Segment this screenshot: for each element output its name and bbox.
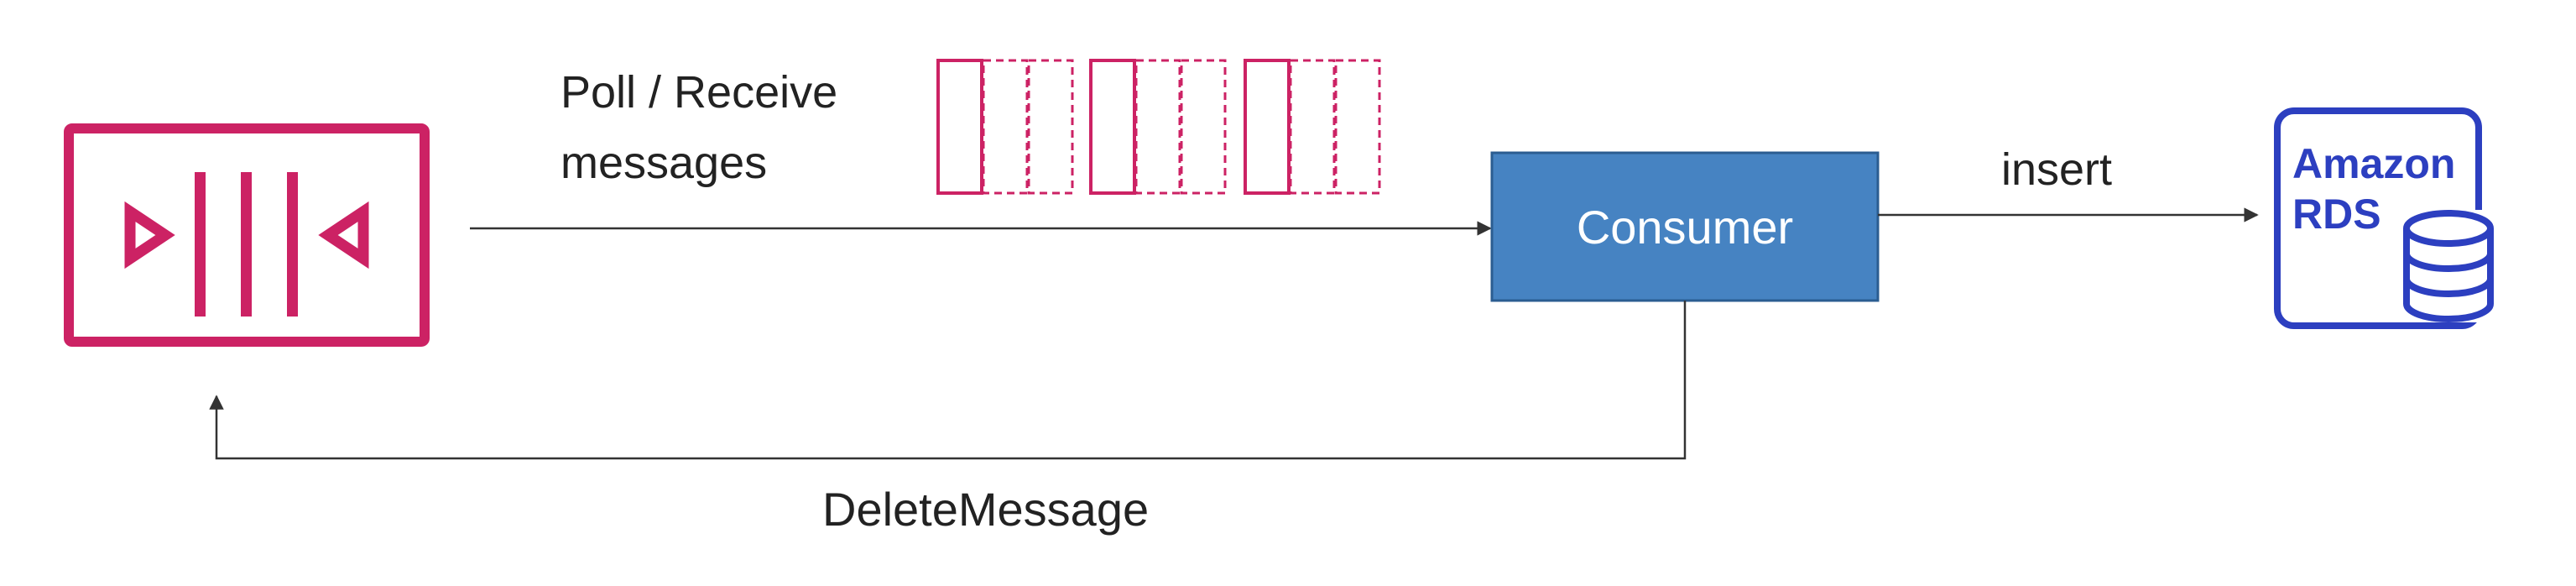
consumer-label: Consumer (1577, 201, 1793, 254)
sqs-queue-icon (64, 123, 430, 347)
poll-receive-label-line2: messages (561, 138, 767, 188)
message-dashed (982, 59, 1029, 195)
sqs-consumer-diagram: Poll / Receive messages Consumer insert … (64, 59, 2495, 536)
message-solid (1089, 59, 1136, 195)
rds-label-line2: RDS (2292, 191, 2381, 238)
message-dashed (1289, 59, 1336, 195)
message-group-3 (1244, 59, 1381, 195)
message-dashed (1134, 59, 1181, 195)
rds-label-line1: Amazon (2292, 140, 2455, 187)
consumer-box[interactable]: Consumer (1490, 151, 1880, 302)
amazon-rds-icon: Amazon RDS (2274, 107, 2495, 329)
delete-message-label: DeleteMessage (822, 483, 1149, 536)
message-dashed (1334, 59, 1381, 195)
message-group-1 (936, 59, 1074, 195)
message-solid (936, 59, 983, 195)
poll-receive-label-line1: Poll / Receive (561, 67, 837, 118)
delete-message-arrow (209, 301, 1687, 460)
message-dashed (1027, 59, 1074, 195)
message-dashed (1180, 59, 1227, 195)
message-group-2 (1089, 59, 1227, 195)
database-icon (2401, 210, 2495, 322)
message-solid (1244, 59, 1291, 195)
insert-label: insert (2001, 144, 2112, 195)
